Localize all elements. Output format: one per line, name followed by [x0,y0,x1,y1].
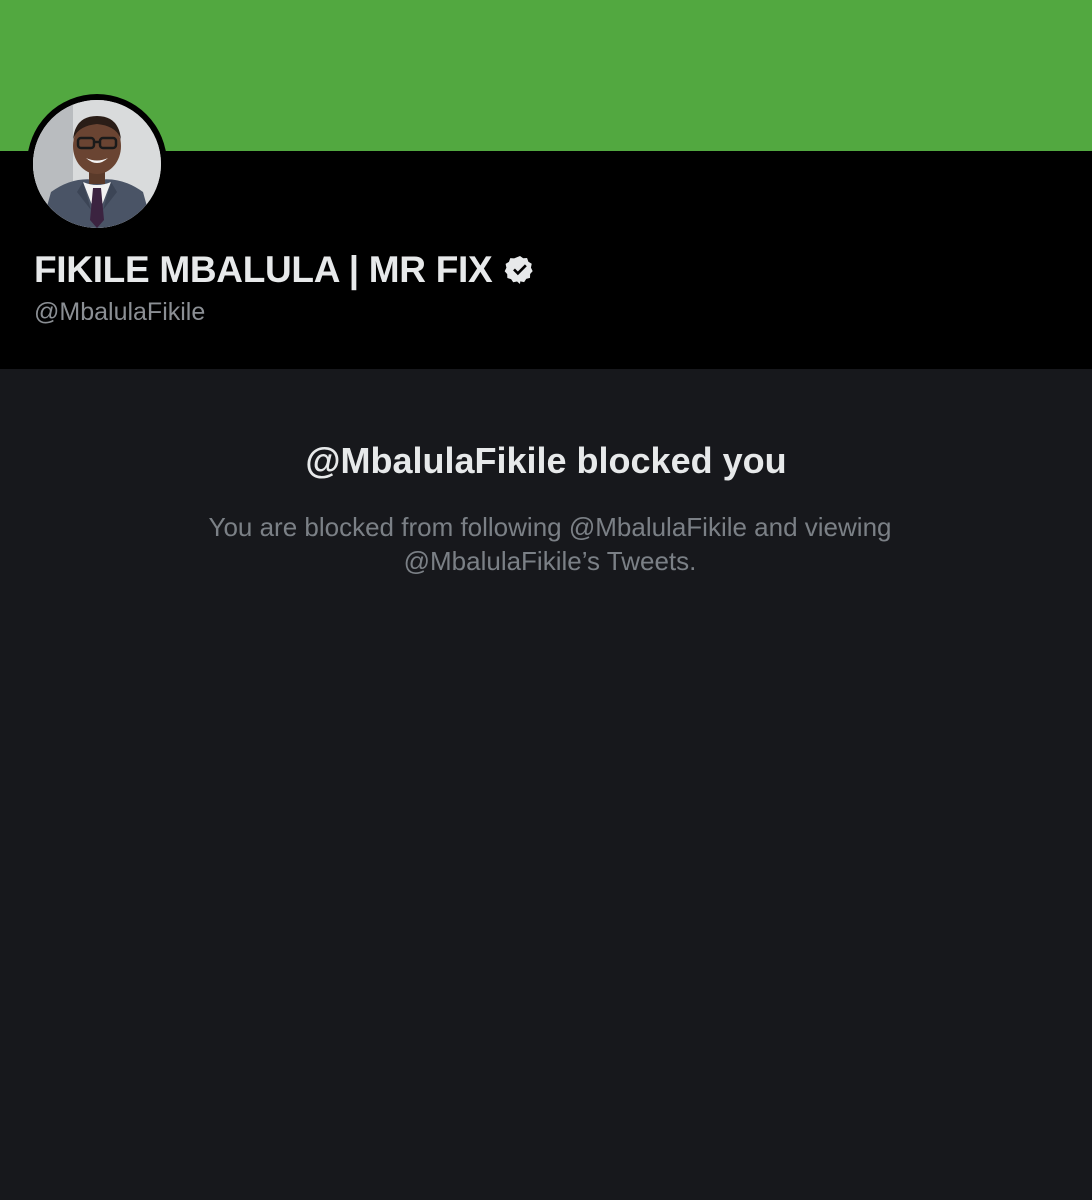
verified-badge-icon [504,254,536,286]
avatar-photo [33,100,161,228]
avatar-portrait-image [33,100,161,228]
profile-handle: @MbalulaFikile [34,298,206,326]
profile-name-row: FIKILE MBALULA | MR FIX [34,248,536,292]
blocked-description: You are blocked from following @MbalulaF… [208,512,892,576]
avatar[interactable] [27,94,167,234]
display-name: FIKILE MBALULA | MR FIX [34,249,493,290]
profile-banner[interactable] [0,0,1092,151]
blocked-title: @MbalulaFikile blocked you [305,440,787,481]
profile-page: FIKILE MBALULA | MR FIX @MbalulaFikile @… [0,0,1092,1200]
